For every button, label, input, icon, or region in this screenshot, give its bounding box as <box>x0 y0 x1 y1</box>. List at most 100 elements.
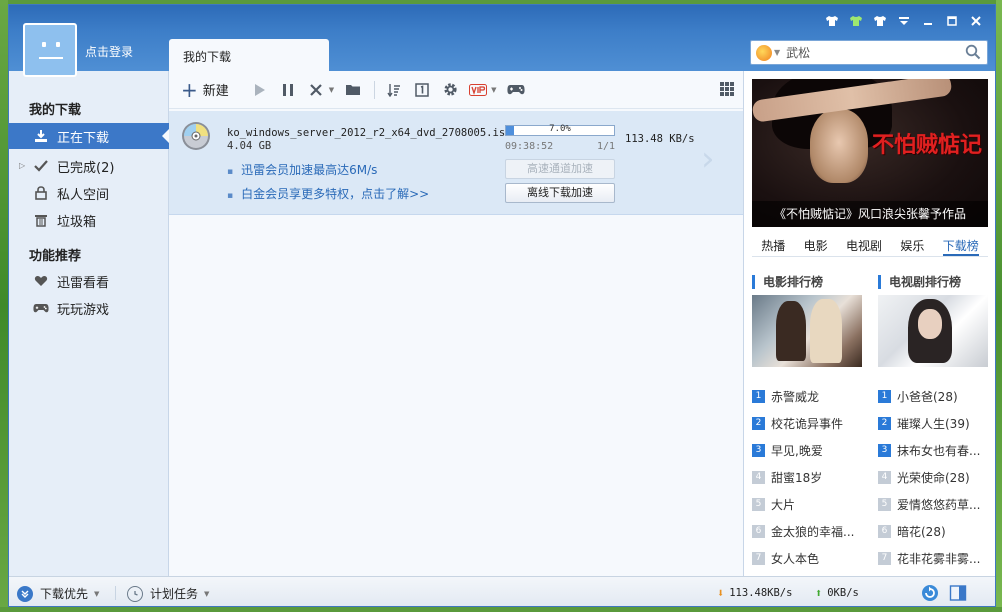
login-link[interactable]: 点击登录 <box>85 43 133 60</box>
tab-movies[interactable]: 电影 <box>804 231 828 256</box>
arrow-down-icon: ⬇ <box>717 586 725 600</box>
tab-tv[interactable]: 电视剧 <box>846 231 882 256</box>
delete-dropdown-icon[interactable]: ▼ <box>329 86 334 94</box>
featured-poster[interactable]: 不怕贼惦记 《不怕贼惦记》风口浪尖张馨予作品 <box>752 79 988 227</box>
sidebar-item-downloading[interactable]: 正在下载 <box>9 123 170 149</box>
list-item[interactable]: 7 花非花雾非雾... <box>878 545 994 572</box>
new-task-button[interactable]: + 新建 <box>181 77 229 102</box>
new-task-label: 新建 <box>202 84 229 99</box>
task-file-name: ko_windows_server_2012_r2_x64_dvd_270800… <box>227 127 512 139</box>
menu-icon[interactable] <box>893 11 915 31</box>
movie-rank-thumbnail[interactable] <box>752 295 862 367</box>
download-speed-value: 113.48KB/s <box>729 587 793 599</box>
clock-icon <box>127 585 143 602</box>
sidebar-item-label: 迅雷看看 <box>57 275 110 291</box>
list-item[interactable]: 2 璀璨人生(39) <box>878 410 994 437</box>
panel-toggle-icon[interactable] <box>949 584 967 602</box>
download-speed: ⬇ 113.48KB/s <box>717 586 792 600</box>
chevron-right-icon[interactable]: › <box>701 139 715 179</box>
tab-download-rank[interactable]: 下载榜 <box>942 231 979 256</box>
arrow-up-icon: ⬆ <box>815 586 823 600</box>
folder-icon[interactable] <box>342 79 364 101</box>
window-controls <box>821 11 987 31</box>
list-item[interactable]: 3 抹布女也有春... <box>878 437 994 464</box>
offline-download-button[interactable]: 离线下载加速 <box>505 183 615 203</box>
sidebar-item-label: 玩玩游戏 <box>57 302 110 318</box>
movie-rank-list: 1 赤警威龙 2 校花诡异事件 3 早见,晚爱 4 甜蜜18岁 5 大片 6 金太狼的幸福.… <box>752 383 868 572</box>
search-box: ▼ <box>750 40 988 65</box>
list-item[interactable]: 4 光荣使命(28) <box>878 464 994 491</box>
search-input[interactable] <box>786 45 957 60</box>
search-engine-logo-icon[interactable] <box>756 44 772 61</box>
task-progress-bar: 7.0% <box>505 124 615 136</box>
vip-dropdown-icon[interactable]: ▼ <box>491 86 496 94</box>
list-item[interactable]: 1 小爸爸(28) <box>878 383 994 410</box>
sidebar-item-completed[interactable]: 已完成(2) <box>9 153 169 179</box>
gamepad-toolbar-icon[interactable] <box>505 79 527 101</box>
skin-shirt-icon[interactable] <box>821 11 843 31</box>
download-icon <box>33 128 49 144</box>
sidebar-item-private-space[interactable]: 私人空间 <box>9 180 169 206</box>
maximize-icon[interactable] <box>941 11 963 31</box>
vip-promo-link[interactable]: 迅雷会员加速最高达6M/s <box>227 161 377 178</box>
list-item[interactable]: 6 金太狼的幸福... <box>752 518 868 545</box>
schedule-label: 计划任务 <box>150 587 199 601</box>
sidebar-item-label: 私人空间 <box>57 187 110 203</box>
refresh-icon[interactable] <box>921 584 939 602</box>
thunder-window: 点击登录 我的下载 ▼ 我的下载 <box>8 4 996 607</box>
recommend-panel: 不怕贼惦记 《不怕贼惦记》风口浪尖张馨予作品 热播 电影 电视剧 娱乐 下载榜 … <box>743 71 995 576</box>
fast-channel-button[interactable]: 高速通道加速 <box>505 159 615 179</box>
tab-my-downloads[interactable]: 我的下载 <box>169 39 329 71</box>
poster-title: 不怕贼惦记 <box>871 133 982 158</box>
search-icon[interactable] <box>965 44 981 60</box>
list-item[interactable]: 2 校花诡异事件 <box>752 410 868 437</box>
task-speed: 113.48 KB/s <box>625 133 695 145</box>
delete-icon[interactable] <box>305 79 327 101</box>
sidebar-item-trash[interactable]: 垃圾箱 <box>9 207 169 233</box>
progress-text: 7.0% <box>549 124 571 134</box>
chevron-down-icon: ▼ <box>204 589 210 598</box>
list-item[interactable]: 3 早见,晚爱 <box>752 437 868 464</box>
list-item[interactable]: 7 女人本色 <box>752 545 868 572</box>
toolbar: + 新建 ▼ ▼ <box>169 71 743 109</box>
task-file-size: 4.04 GB <box>227 140 272 152</box>
task-properties-icon[interactable] <box>411 79 433 101</box>
grid-view-icon[interactable] <box>719 81 735 97</box>
tv-rank-title: 电视剧排行榜 <box>878 275 961 289</box>
tab-hot[interactable]: 热播 <box>761 231 785 256</box>
close-icon[interactable] <box>965 11 987 31</box>
gear-icon[interactable] <box>439 79 461 101</box>
tv-rank-list: 1 小爸爸(28) 2 璀璨人生(39) 3 抹布女也有春... 4 光荣使命(28) … <box>878 383 994 572</box>
minimize-icon[interactable] <box>917 11 939 31</box>
poster-caption: 《不怕贼惦记》风口浪尖张馨予作品 <box>752 201 988 227</box>
skin-shirt-alt-icon[interactable] <box>869 11 891 31</box>
sort-icon[interactable] <box>383 79 405 101</box>
pause-icon[interactable] <box>277 79 299 101</box>
list-item[interactable]: 5 大片 <box>752 491 868 518</box>
tv-rank-thumbnail[interactable] <box>878 295 988 367</box>
avatar[interactable] <box>23 23 77 77</box>
task-time-remaining: 09:38:52 <box>505 141 554 152</box>
list-item[interactable]: 4 甜蜜18岁 <box>752 464 868 491</box>
list-item[interactable]: 6 暗花(28) <box>878 518 994 545</box>
category-tabs: 热播 电影 电视剧 娱乐 下载榜 <box>752 231 988 257</box>
check-icon <box>33 158 49 174</box>
status-divider <box>115 586 116 600</box>
vip-icon[interactable] <box>467 79 489 101</box>
list-item[interactable]: 5 爱情悠悠药草... <box>878 491 994 518</box>
chevron-down-icon[interactable]: ▼ <box>774 48 780 57</box>
list-item[interactable]: 1 赤警威龙 <box>752 383 868 410</box>
plus-icon: + <box>181 77 198 102</box>
platinum-promo-link[interactable]: 白金会员享更多特权，点击了解>> <box>227 185 429 202</box>
priority-label: 下载优先 <box>40 587 89 601</box>
schedule-task-button[interactable]: 计划任务 ▼ <box>127 585 209 602</box>
tab-entertainment[interactable]: 娱乐 <box>900 231 924 256</box>
sidebar-item-games[interactable]: 玩玩游戏 <box>9 295 169 321</box>
skin-shirt-green-icon[interactable] <box>845 11 867 31</box>
download-task-row[interactable]: ko_windows_server_2012_r2_x64_dvd_270800… <box>169 111 743 215</box>
section-features: 功能推荐 <box>29 249 82 264</box>
download-priority-button[interactable]: 下载优先 ▼ <box>17 585 99 602</box>
sidebar-item-xunlei-kankan[interactable]: 迅雷看看 <box>9 268 169 294</box>
start-icon[interactable] <box>249 79 271 101</box>
toolbar-divider <box>374 80 376 99</box>
